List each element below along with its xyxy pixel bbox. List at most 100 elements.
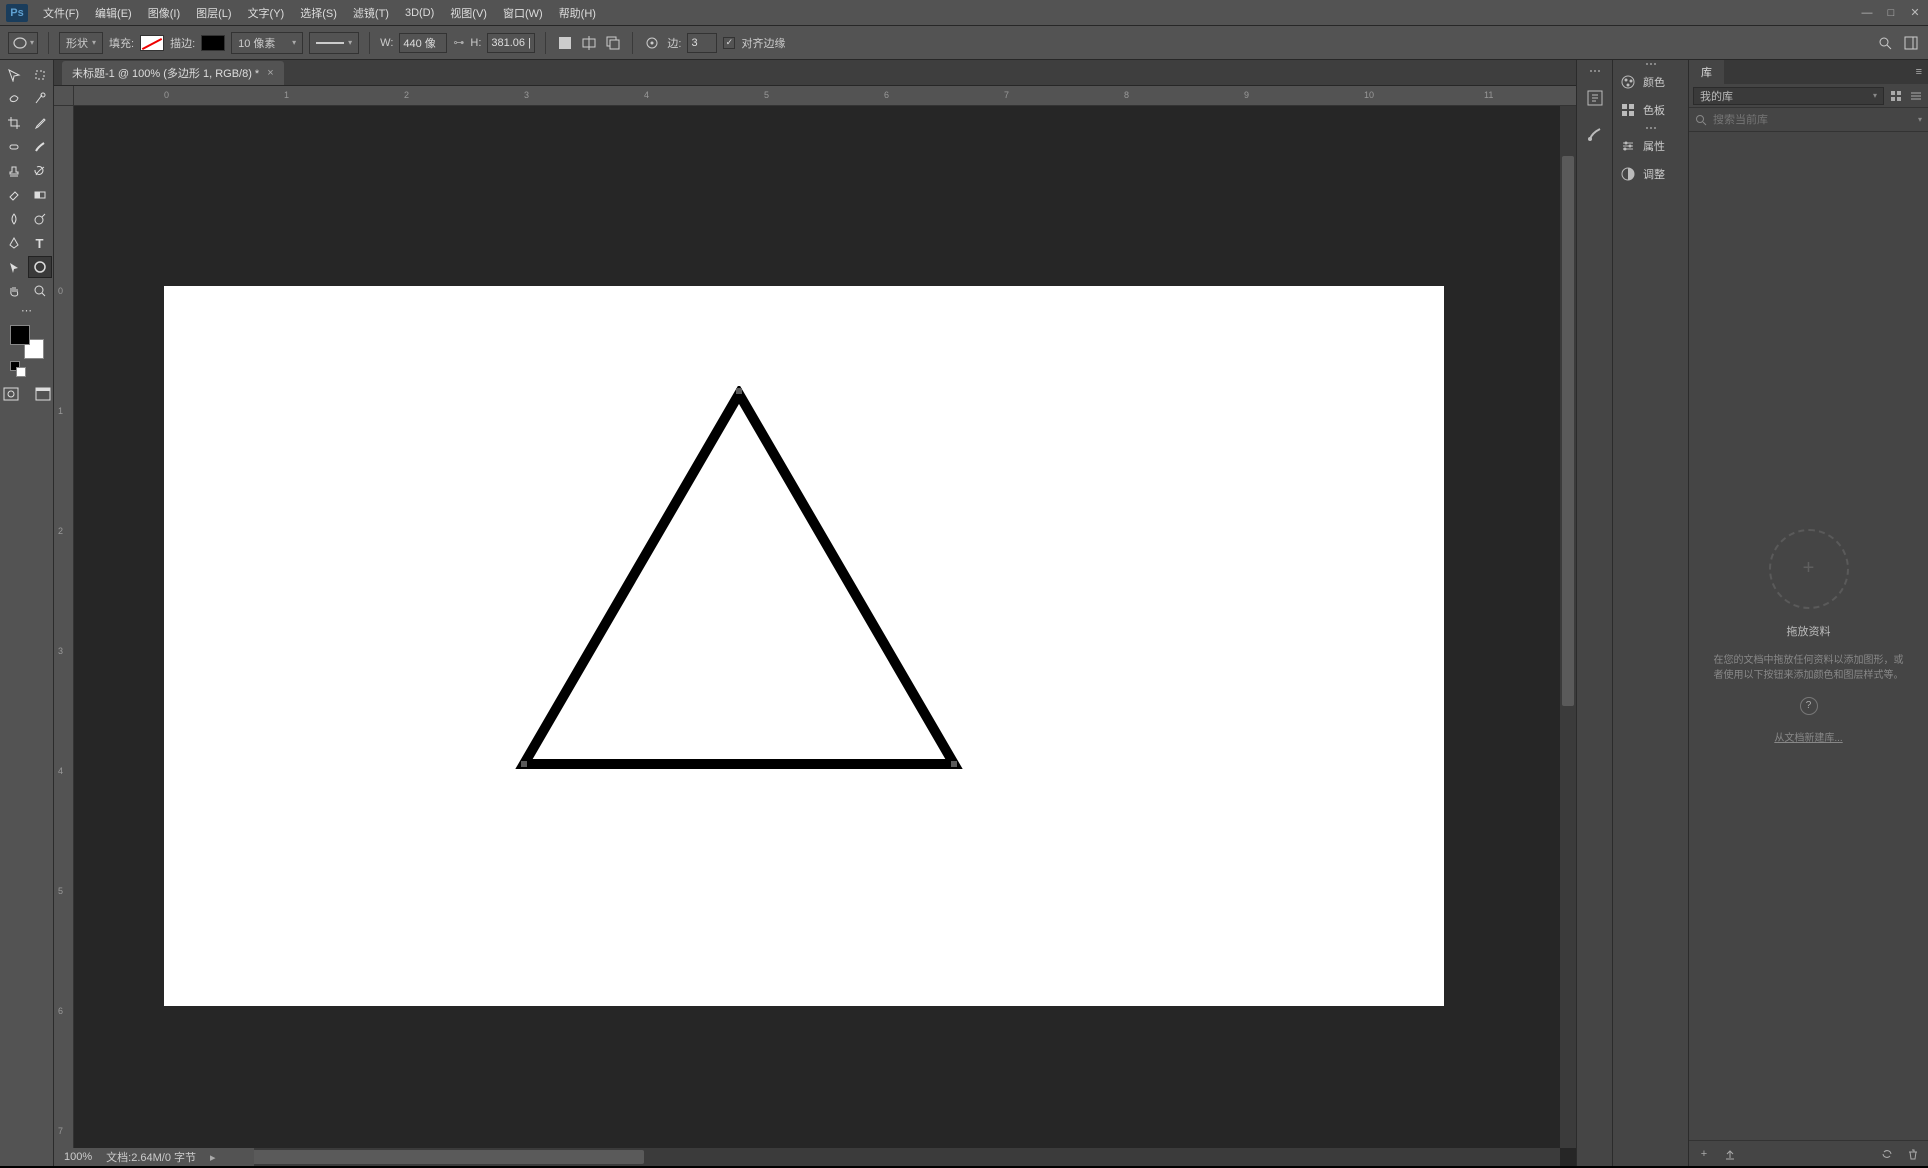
window-maximize-icon[interactable]: □	[1884, 6, 1898, 20]
panel-menu-icon[interactable]: ≡	[1910, 66, 1928, 78]
library-select[interactable]: 我的库 ▾	[1693, 87, 1884, 105]
width-input[interactable]: 440 像	[399, 33, 447, 53]
ruler-origin[interactable]	[54, 86, 74, 106]
stamp-tool-icon[interactable]	[2, 160, 26, 182]
properties-panel-button[interactable]: 属性	[1613, 132, 1688, 160]
app-logo: Ps	[6, 4, 28, 22]
zoom-tool-icon[interactable]	[28, 280, 52, 302]
pen-tool-icon[interactable]	[2, 232, 26, 254]
dock-grip-icon[interactable]	[1585, 70, 1605, 74]
path-arrange-icon[interactable]	[604, 34, 622, 52]
brush-panel-icon[interactable]	[1583, 122, 1607, 146]
blur-tool-icon[interactable]	[2, 208, 26, 230]
ruler-vertical[interactable]: 0 1 2 3 4 5 6 7	[54, 106, 74, 1166]
sync-icon[interactable]	[1878, 1145, 1896, 1163]
canvas-viewport[interactable]: 0 1 2 3 4 5 6 7 8 9 10 11 0 1 2 3 4 5 6	[54, 86, 1576, 1166]
healing-tool-icon[interactable]	[2, 136, 26, 158]
shape-tool-icon[interactable]	[28, 256, 52, 278]
library-search: ▾	[1689, 108, 1928, 132]
artboard-tool-icon[interactable]	[28, 64, 52, 86]
menu-help[interactable]: 帮助(H)	[552, 2, 603, 24]
menu-view[interactable]: 视图(V)	[443, 2, 494, 24]
add-asset-circle-icon[interactable]: +	[1769, 529, 1849, 609]
close-tab-icon[interactable]: ×	[267, 67, 273, 79]
current-tool-icon[interactable]: ▾	[8, 32, 38, 54]
polygon-shape[interactable]	[514, 386, 964, 776]
drop-title: 拖放资料	[1787, 623, 1831, 639]
align-edges-label: 对齐边缘	[741, 35, 785, 51]
swatches-panel-button[interactable]: 色板	[1613, 96, 1688, 124]
doc-info: 文档:2.64M/0 字节	[106, 1149, 196, 1165]
lasso-tool-icon[interactable]	[2, 88, 26, 110]
color-panel-button[interactable]: 颜色	[1613, 68, 1688, 96]
quick-select-tool-icon[interactable]	[28, 88, 52, 110]
dodge-tool-icon[interactable]	[28, 208, 52, 230]
color-selector[interactable]	[10, 325, 44, 359]
menu-filter[interactable]: 滤镜(T)	[346, 2, 396, 24]
stroke-swatch[interactable]	[201, 35, 225, 51]
menu-3d[interactable]: 3D(D)	[398, 4, 441, 22]
stroke-width-input[interactable]: 10 像素 ▾	[231, 32, 303, 54]
swatches-panel-icon	[1619, 101, 1637, 119]
new-library-link[interactable]: 从文档新建库...	[1774, 729, 1842, 744]
main-area: T ⋯ 未标题-1 @ 100% (多边形 1, RGB/8) * × 0 1	[0, 60, 1928, 1166]
stroke-label: 描边:	[170, 35, 195, 51]
default-colors-icon[interactable]	[10, 361, 22, 373]
stroke-style-select[interactable]: ▾	[309, 32, 359, 54]
tool-mode-select[interactable]: 形状 ▾	[59, 32, 103, 54]
trash-icon[interactable]	[1904, 1145, 1922, 1163]
fill-swatch[interactable]	[140, 35, 164, 51]
zoom-level[interactable]: 100%	[64, 1151, 92, 1163]
path-align-icon[interactable]	[580, 34, 598, 52]
library-drop-zone[interactable]: + 拖放资料 在您的文档中拖放任何资料以添加图形，或者使用以下按钮来添加颜色和图…	[1689, 132, 1928, 1140]
panel-grip-icon[interactable]	[1613, 124, 1688, 132]
library-search-input[interactable]	[1713, 114, 1912, 126]
menu-select[interactable]: 选择(S)	[293, 2, 344, 24]
quick-mask-icon[interactable]	[0, 383, 23, 405]
upload-icon[interactable]	[1721, 1145, 1739, 1163]
path-select-tool-icon[interactable]	[2, 256, 26, 278]
menu-window[interactable]: 窗口(W)	[496, 2, 550, 24]
align-edges-checkbox[interactable]	[723, 37, 735, 49]
list-view-icon[interactable]	[1908, 88, 1924, 104]
menu-image[interactable]: 图像(I)	[141, 2, 187, 24]
sides-label: 边:	[667, 35, 681, 51]
search-icon[interactable]	[1876, 34, 1894, 52]
type-tool-icon[interactable]: T	[28, 232, 52, 254]
gradient-tool-icon[interactable]	[28, 184, 52, 206]
hand-tool-icon[interactable]	[2, 280, 26, 302]
canvas[interactable]	[164, 286, 1444, 1006]
grid-view-icon[interactable]	[1888, 88, 1904, 104]
history-panel-icon[interactable]	[1583, 86, 1607, 110]
eraser-tool-icon[interactable]	[2, 184, 26, 206]
document-tab[interactable]: 未标题-1 @ 100% (多边形 1, RGB/8) * ×	[62, 61, 284, 85]
menu-layer[interactable]: 图层(L)	[189, 2, 238, 24]
history-brush-tool-icon[interactable]	[28, 160, 52, 182]
add-content-icon[interactable]: +	[1695, 1145, 1713, 1163]
sides-input[interactable]: 3	[687, 33, 717, 53]
menu-edit[interactable]: 编辑(E)	[88, 2, 139, 24]
window-close-icon[interactable]: ✕	[1908, 6, 1922, 20]
edit-toolbar-icon[interactable]: ⋯	[15, 304, 39, 317]
adjustments-panel-button[interactable]: 调整	[1613, 160, 1688, 188]
workspace-icon[interactable]	[1902, 34, 1920, 52]
eyedropper-tool-icon[interactable]	[28, 112, 52, 134]
window-minimize-icon[interactable]: ―	[1860, 6, 1874, 20]
path-combine-icon[interactable]	[556, 34, 574, 52]
ruler-horizontal[interactable]: 0 1 2 3 4 5 6 7 8 9 10 11	[74, 86, 1576, 106]
library-tab[interactable]: 库	[1689, 60, 1724, 84]
height-input[interactable]: 381.06 |	[487, 33, 535, 53]
menu-file[interactable]: 文件(F)	[36, 2, 86, 24]
help-icon[interactable]: ?	[1800, 697, 1818, 715]
crop-tool-icon[interactable]	[2, 112, 26, 134]
foreground-color-swatch[interactable]	[10, 325, 30, 345]
menu-type[interactable]: 文字(Y)	[241, 2, 292, 24]
vertical-scrollbar[interactable]	[1560, 106, 1576, 1148]
move-tool-icon[interactable]	[2, 64, 26, 86]
link-wh-icon[interactable]: ⊶	[453, 36, 464, 49]
brush-tool-icon[interactable]	[28, 136, 52, 158]
horizontal-scrollbar[interactable]	[134, 1148, 1560, 1166]
panel-grip-icon[interactable]	[1613, 60, 1688, 68]
screen-mode-icon[interactable]	[31, 383, 55, 405]
shape-options-icon[interactable]	[643, 34, 661, 52]
